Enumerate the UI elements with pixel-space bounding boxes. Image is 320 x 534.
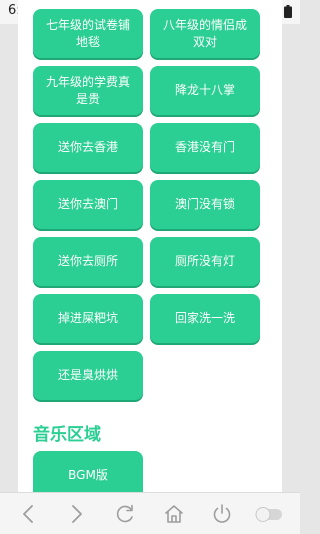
- sound-button[interactable]: 送你去澳门: [33, 180, 143, 229]
- forward-icon[interactable]: [64, 502, 88, 526]
- sound-button[interactable]: 送你去香港: [33, 123, 143, 172]
- sound-button[interactable]: 澳门没有锁: [150, 180, 260, 229]
- content-area: 七年级的试卷铺地毯 八年级的情侣成双对 九年级的学费真是贵 降龙十八掌 送你去香港 香港没…: [18, 0, 282, 492]
- sound-button[interactable]: 降龙十八掌: [150, 66, 260, 115]
- sound-button[interactable]: 送你去厕所: [33, 237, 143, 286]
- sound-button[interactable]: 回家洗一洗: [150, 294, 260, 343]
- sound-button-grid: 七年级的试卷铺地毯 八年级的情侣成双对 九年级的学费真是贵 降龙十八掌 送你去香港 香港没…: [33, 9, 273, 400]
- sound-button[interactable]: 还是臭烘烘: [33, 351, 143, 400]
- bottom-nav-bar: [0, 492, 300, 534]
- power-icon[interactable]: [210, 502, 234, 526]
- home-icon[interactable]: [162, 502, 186, 526]
- music-section-title: 音乐区域: [33, 425, 101, 445]
- battery-icon: [284, 5, 292, 18]
- sound-button[interactable]: 七年级的试卷铺地毯: [33, 9, 143, 58]
- bgm-button[interactable]: BGM版: [33, 451, 143, 492]
- sound-button[interactable]: 厕所没有灯: [150, 237, 260, 286]
- refresh-icon[interactable]: [113, 502, 137, 526]
- sound-button[interactable]: 八年级的情侣成双对: [150, 9, 260, 58]
- sound-button[interactable]: 掉进屎粑坑: [33, 294, 143, 343]
- sound-button[interactable]: 九年级的学费真是贵: [33, 66, 143, 115]
- sound-button[interactable]: 香港没有门: [150, 123, 260, 172]
- toggle-icon[interactable]: [254, 502, 284, 526]
- back-icon[interactable]: [17, 502, 41, 526]
